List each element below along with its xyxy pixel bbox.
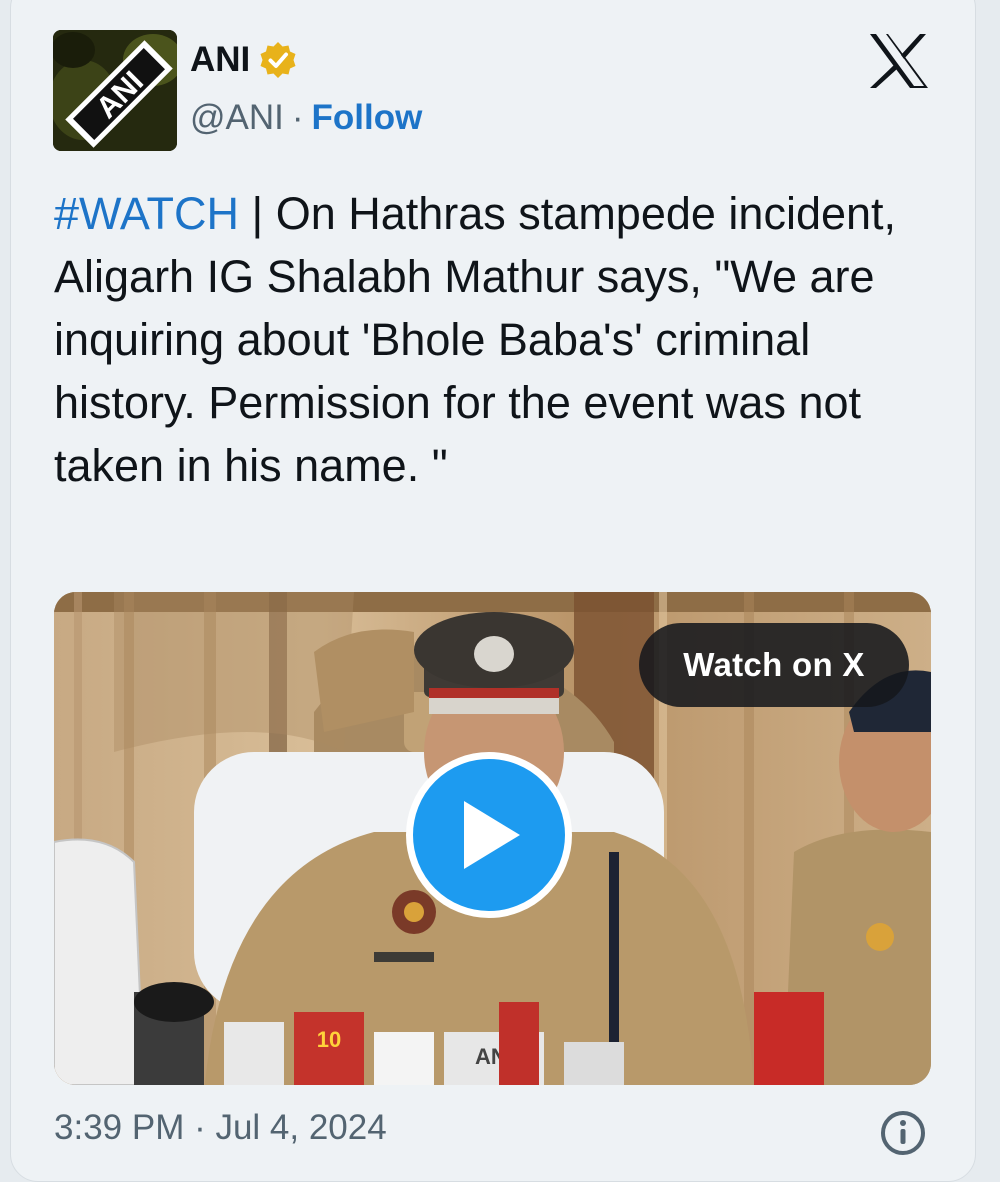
- author-name[interactable]: ANI: [190, 40, 250, 80]
- mic-flag-10: 10: [317, 1027, 341, 1052]
- x-logo-icon[interactable]: [868, 32, 930, 90]
- hashtag-link[interactable]: #WATCH: [54, 188, 239, 239]
- tweet-text: #WATCH | On Hathras stampede incident, A…: [54, 182, 934, 497]
- author-handle[interactable]: @ANI: [190, 98, 284, 138]
- play-icon: [464, 801, 520, 869]
- avatar[interactable]: ANI: [53, 30, 177, 151]
- author-name-row: ANI: [190, 40, 298, 80]
- info-icon[interactable]: [880, 1110, 926, 1156]
- author-handle-row: @ANI · Follow: [190, 98, 422, 138]
- follow-button[interactable]: Follow: [312, 98, 423, 138]
- separator-dot: ·: [291, 98, 304, 137]
- play-button[interactable]: [406, 752, 572, 918]
- verified-badge-icon: [260, 42, 296, 78]
- video-player[interactable]: 10 ANI Watch on X: [54, 592, 931, 1085]
- ani-logo: ANI: [53, 30, 177, 151]
- tweet-timestamp[interactable]: 3:39 PM · Jul 4, 2024: [54, 1108, 387, 1148]
- watch-on-x-button[interactable]: Watch on X: [639, 623, 909, 707]
